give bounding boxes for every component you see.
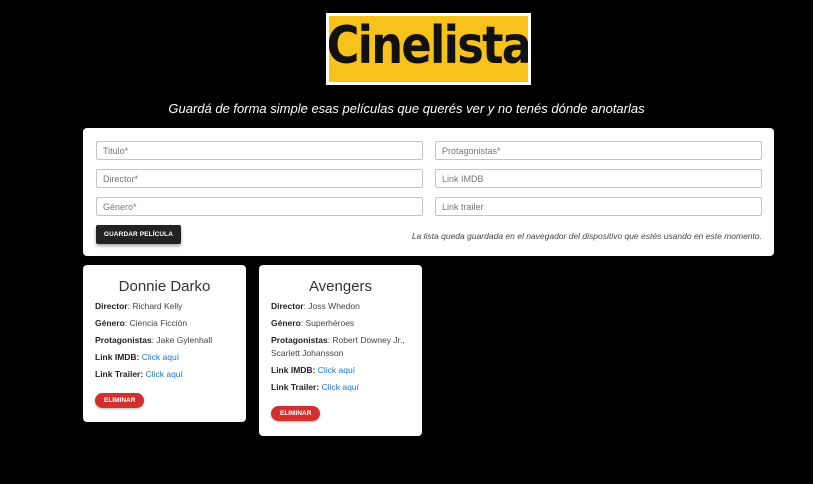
director-value: Joss Whedon (308, 301, 360, 311)
protagonistas-line: Protagonistas: Robert Downey Jr., Scarle… (271, 334, 410, 360)
delete-movie-button[interactable]: ELIMINAR (95, 393, 145, 408)
imdb-label: Link IMDB: (271, 365, 316, 375)
imdb-link[interactable]: Click aquí (318, 365, 355, 375)
genero-value: Superhéroes (305, 318, 355, 328)
trailer-link[interactable]: Click aquí (146, 369, 183, 379)
protagonistas-input[interactable] (435, 141, 762, 160)
director-input[interactable] (96, 169, 423, 188)
trailer-link[interactable]: Click aquí (322, 382, 359, 392)
protagonistas-value: Jake Gylenhall (156, 335, 213, 345)
movie-card: Avengers Director: Joss Whedon Género: S… (259, 265, 422, 436)
director-line: Director: Richard Kelly (95, 300, 234, 313)
page: Cinelista Guardá de forma simple esas pe… (0, 0, 813, 484)
movie-info: Director: Joss Whedon Género: Superhéroe… (271, 300, 410, 394)
protagonistas-label: Protagonistas (95, 335, 152, 345)
director-label: Director (271, 301, 304, 311)
protagonistas-line: Protagonistas: Jake Gylenhall (95, 334, 234, 347)
imdb-line: Link IMDB: Click aquí (95, 351, 234, 364)
titulo-input[interactable] (96, 141, 423, 160)
protagonistas-label: Protagonistas (271, 335, 328, 345)
trailer-line: Link Trailer: Click aquí (271, 381, 410, 394)
genero-line: Género: Superhéroes (271, 317, 410, 330)
add-movie-form: GUARDAR PELÍCULA La lista queda guardada… (83, 128, 774, 256)
storage-note: La lista queda guardada en el navegador … (411, 231, 762, 241)
movie-title: Avengers (308, 278, 373, 295)
director-line: Director: Joss Whedon (271, 300, 410, 313)
delete-movie-button[interactable]: ELIMINAR (271, 406, 321, 421)
movie-info: Director: Richard Kelly Género: Ciencia … (95, 300, 234, 381)
logo-text: Cinelista (326, 16, 531, 76)
imdb-label: Link IMDB: (95, 352, 140, 362)
genero-value: Ciencia Ficción (129, 318, 188, 328)
movie-card: Donnie Darko Director: Richard Kelly Gén… (83, 265, 246, 422)
genero-input[interactable] (96, 197, 423, 216)
trailer-label: Link Trailer: (95, 369, 144, 379)
imdb-line: Link IMDB: Click aquí (271, 364, 410, 377)
movie-title: Donnie Darko (118, 278, 211, 295)
director-value: Richard Kelly (132, 301, 183, 311)
genero-label: Género (271, 318, 301, 328)
director-label: Director (95, 301, 128, 311)
tagline: Guardá de forma simple esas películas qu… (168, 101, 645, 116)
genero-line: Género: Ciencia Ficción (95, 317, 234, 330)
trailer-label: Link Trailer: (271, 382, 320, 392)
imdb-link[interactable]: Click aquí (142, 352, 179, 362)
cinelista-logo: Cinelista (326, 13, 531, 85)
trailer-link-input[interactable] (435, 197, 762, 216)
save-movie-button[interactable]: GUARDAR PELÍCULA (96, 225, 181, 244)
imdb-link-input[interactable] (435, 169, 762, 188)
genero-label: Género (95, 318, 125, 328)
trailer-line: Link Trailer: Click aquí (95, 368, 234, 381)
